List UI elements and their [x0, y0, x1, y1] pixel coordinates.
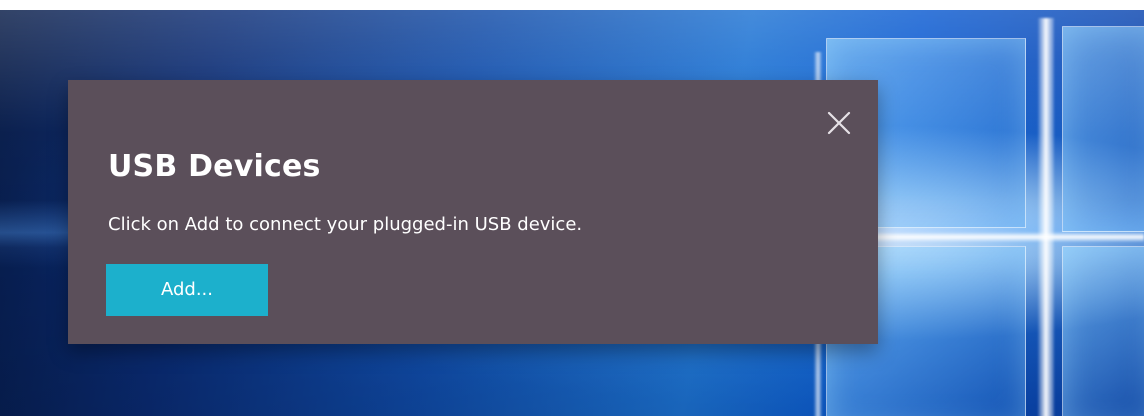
close-button[interactable]: [824, 108, 854, 138]
desktop-screen: USB Devices Click on Add to connect your…: [0, 0, 1144, 416]
add-button[interactable]: Add...: [106, 264, 268, 316]
dialog-description: Click on Add to connect your plugged-in …: [108, 214, 583, 235]
close-icon: [827, 111, 851, 135]
wallpaper-vertical-light-beam: [1038, 18, 1054, 416]
usb-devices-dialog: USB Devices Click on Add to connect your…: [68, 80, 878, 344]
dialog-title: USB Devices: [108, 149, 321, 184]
wallpaper-window-pane-top-right: [1062, 26, 1144, 232]
wallpaper-window-pane-bottom-right: [1062, 246, 1144, 416]
